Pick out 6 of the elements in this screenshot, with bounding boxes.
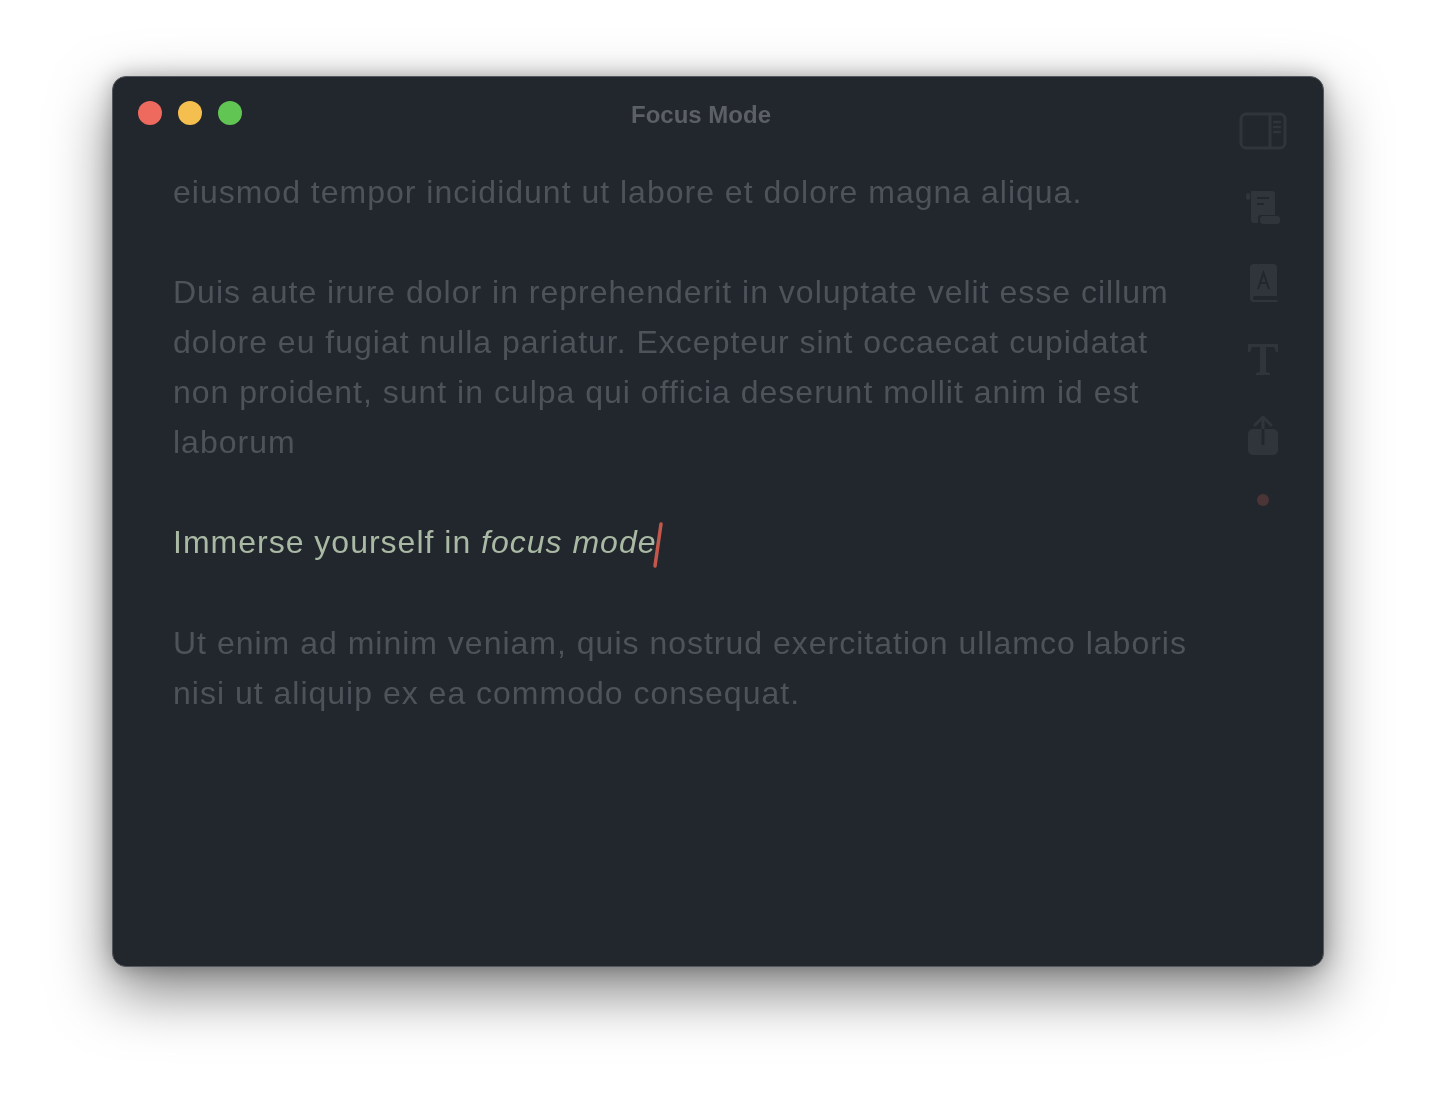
window-title: Focus Mode (631, 101, 771, 129)
status-dot-icon (1257, 494, 1269, 506)
close-icon[interactable] (138, 101, 162, 125)
zoom-icon[interactable] (218, 101, 242, 125)
minimize-icon[interactable] (178, 101, 202, 125)
focused-paragraph: Immerse yourself in focus mode (173, 524, 657, 560)
